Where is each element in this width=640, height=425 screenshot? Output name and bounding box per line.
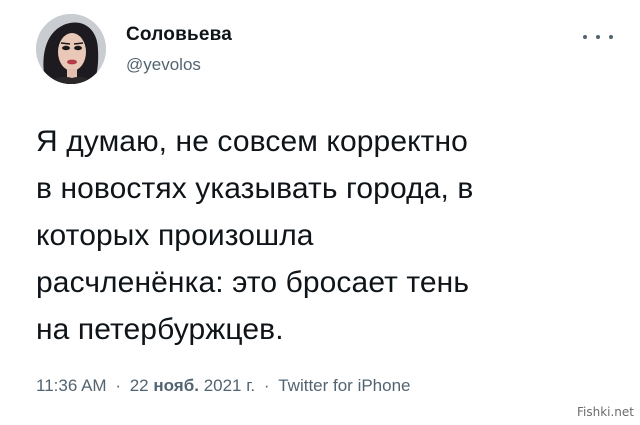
tweet-date-month[interactable]: нояб. [153,376,199,395]
tweet-line: на петербуржцев. [36,313,284,346]
more-dot-icon [596,35,600,39]
more-dot-icon [609,35,613,39]
avatar-portrait-icon [36,14,106,84]
tweet-date-year[interactable]: 2021 г. [204,376,255,395]
more-dot-icon [583,35,587,39]
meta-separator: · [115,376,121,395]
tweet-meta: 11:36 AM · 22 нояб. 2021 г. · Twitter fo… [36,376,411,396]
display-name[interactable]: Соловьева [126,24,232,46]
tweet-source-link[interactable]: Twitter for iPhone [278,376,410,395]
tweet-card: Соловьева @yevolos Я думаю, не совсем ко… [0,0,640,425]
watermark: Fishki.net [576,405,634,419]
avatar[interactable] [36,14,106,84]
tweet-line: Я думаю, не совсем корректно [36,125,468,158]
tweet-date-day[interactable]: 22 [130,376,149,395]
user-handle[interactable]: @yevolos [126,55,201,75]
meta-separator: · [263,376,270,395]
more-options-button[interactable] [583,30,613,44]
tweet-line: в новостях указывать города, в [36,172,474,205]
tweet-line: которых произошла [36,219,314,252]
tweet-line: расчленёнка: это бросает тень [36,266,470,299]
tweet-text: Я думаю, не совсем корректно в новостях … [36,118,616,353]
tweet-time[interactable]: 11:36 AM [36,376,107,395]
